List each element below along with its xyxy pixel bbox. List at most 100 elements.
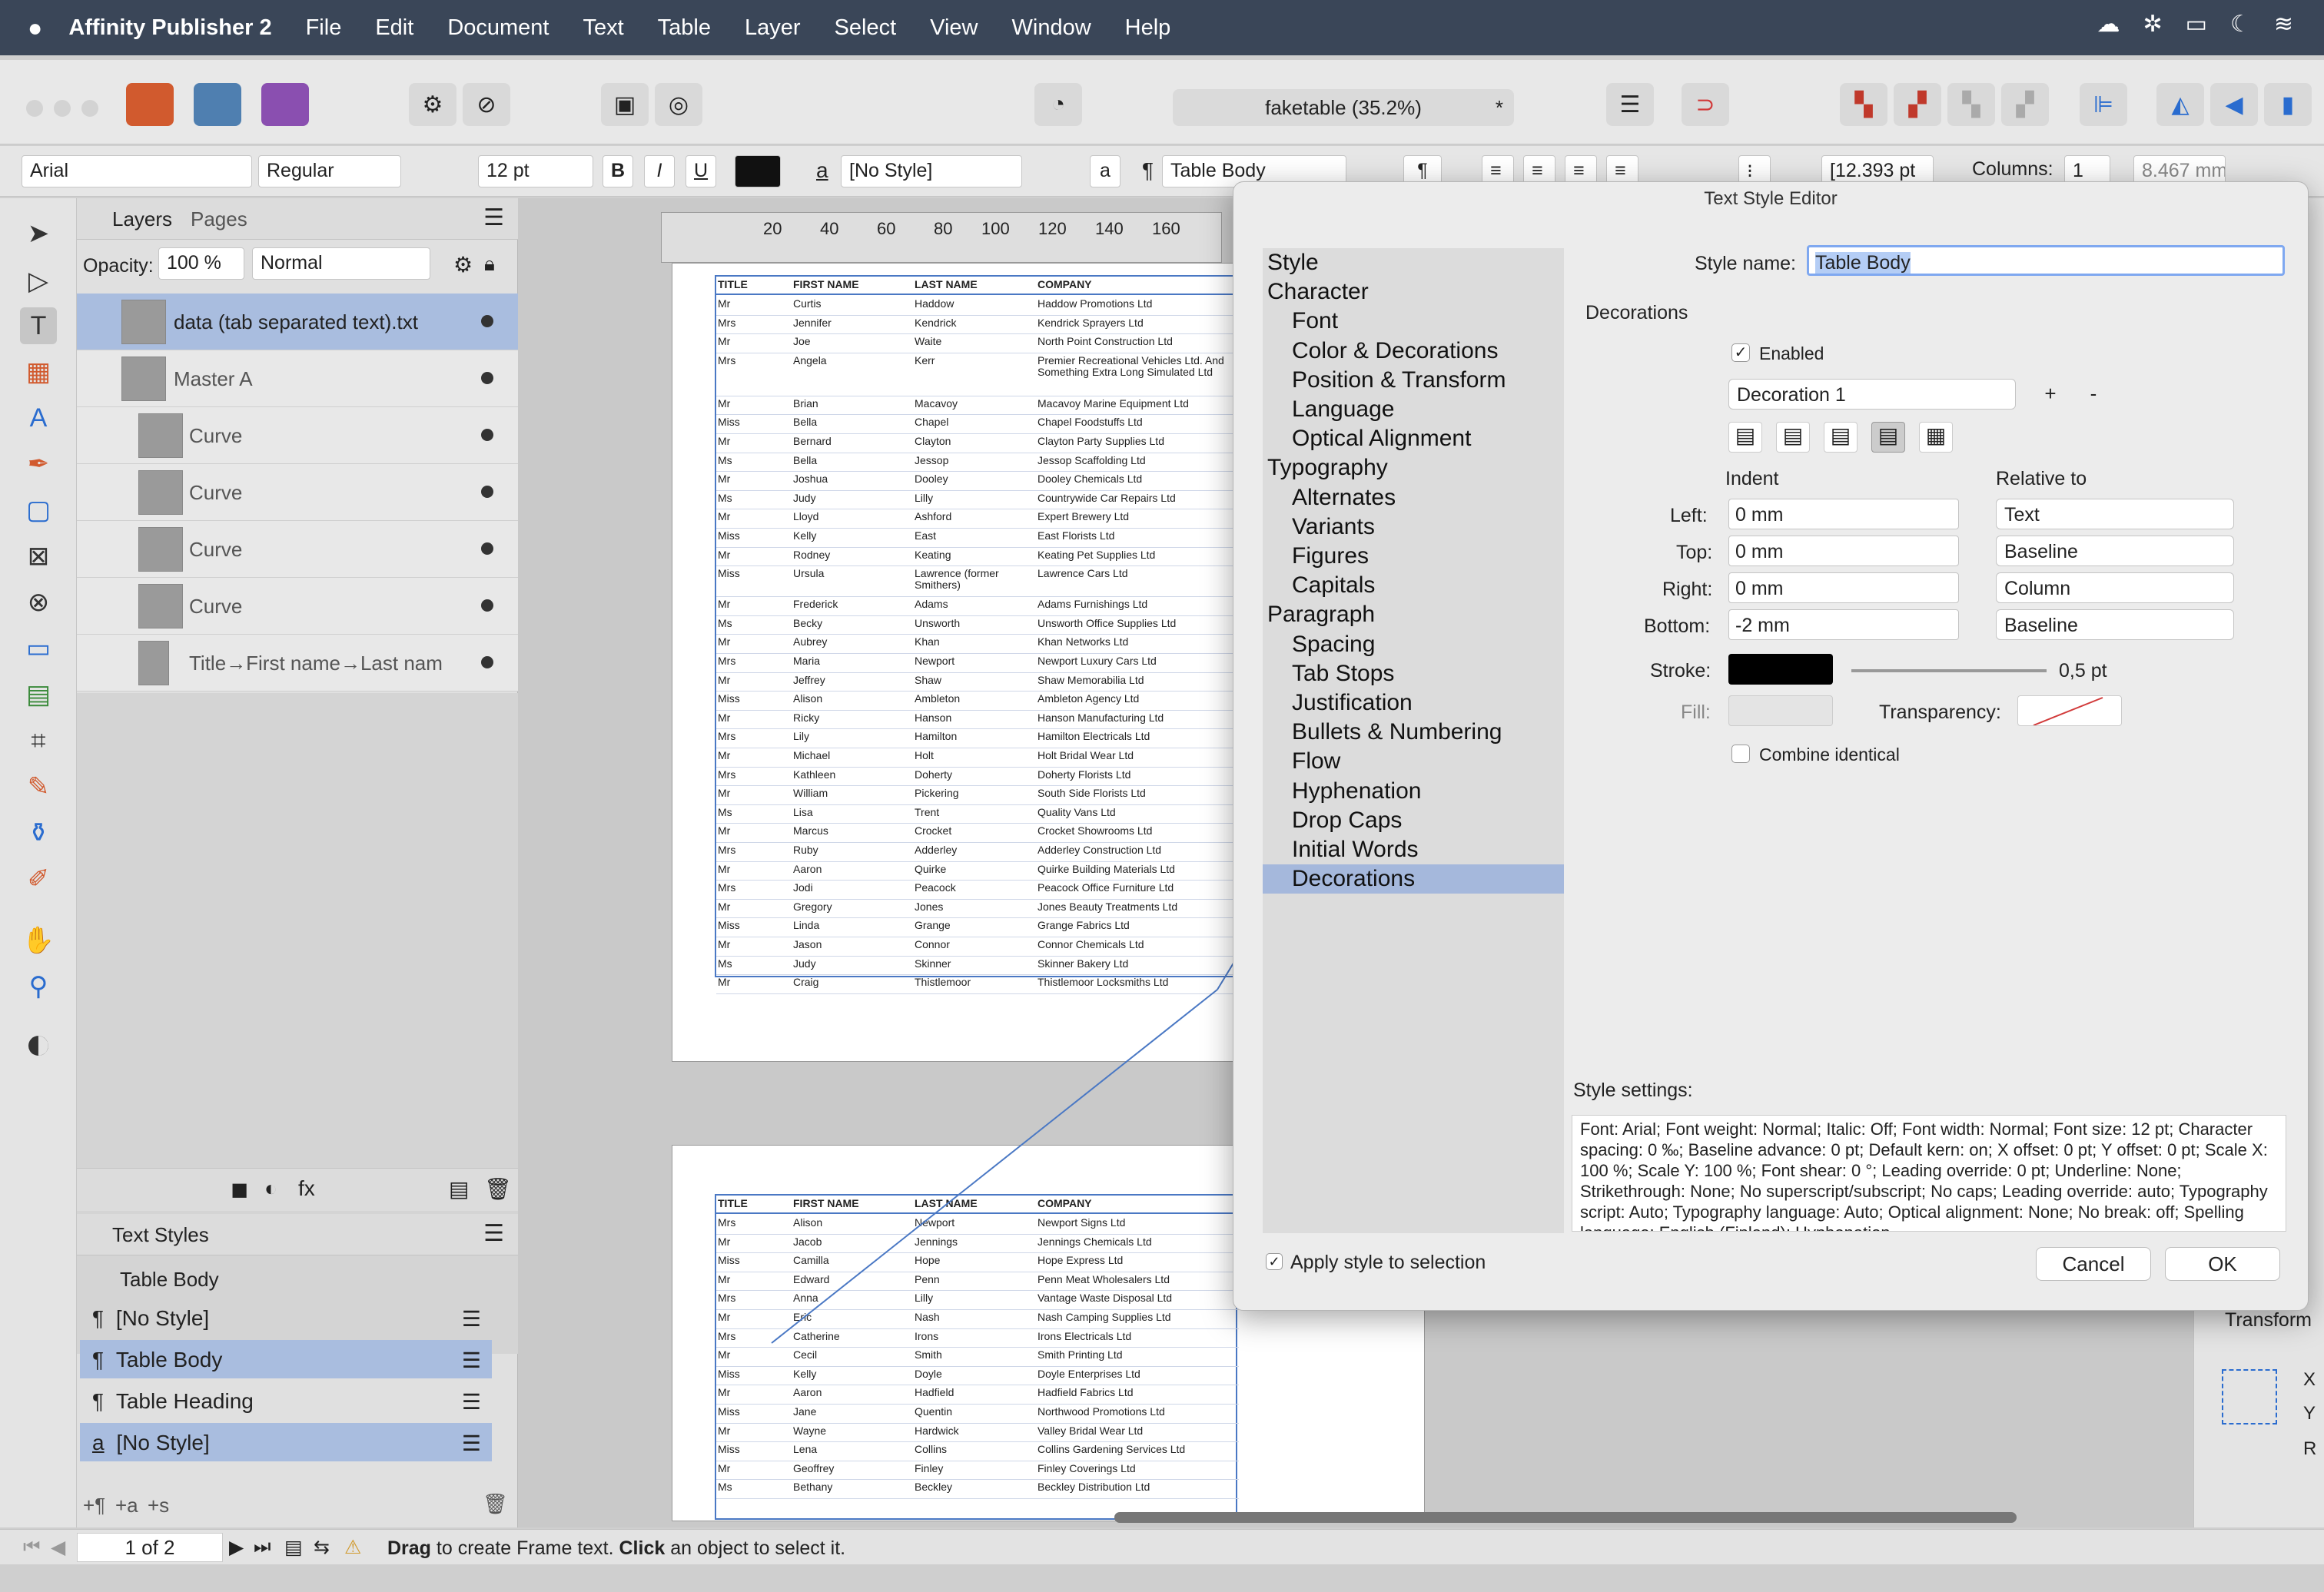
nav-item-spacing[interactable]: Spacing [1263, 630, 1564, 659]
stroke-width-value[interactable]: 0,5 pt [2059, 660, 2107, 682]
battery-icon[interactable]: ▭ [2186, 11, 2207, 38]
panel-menu-icon[interactable]: ☰ [483, 1220, 504, 1247]
snapping-icon[interactable]: ⊃ [1682, 83, 1729, 126]
nav-item-position-transform[interactable]: Position & Transform [1263, 366, 1564, 395]
panel-menu-icon[interactable]: ☰ [483, 204, 504, 231]
nav-item-style[interactable]: Style [1263, 248, 1564, 277]
visibility-dot[interactable] [481, 542, 493, 555]
text-styles-title[interactable]: Text Styles [112, 1223, 209, 1247]
menu-select[interactable]: Select [835, 15, 897, 41]
table-tool-icon[interactable]: ▦ [20, 353, 57, 390]
menu-view[interactable]: View [930, 15, 978, 41]
underline-button[interactable]: U [686, 155, 716, 187]
nav-item-font[interactable]: Font [1263, 307, 1564, 336]
layer-row[interactable]: Curve [77, 521, 518, 578]
spread-view-icon[interactable]: ⇆ [314, 1536, 330, 1559]
lock-icon[interactable]: 🔒︎ [484, 252, 495, 277]
delete-layer-icon[interactable]: 🗑︎ [484, 1176, 512, 1202]
style-options-icon[interactable]: ☰ [462, 1389, 481, 1415]
publisher-persona-button[interactable] [126, 83, 174, 126]
menu-window[interactable]: Window [1012, 15, 1091, 41]
layer-row[interactable]: Title→First name→Last nam [77, 635, 518, 692]
nav-item-color-decorations[interactable]: Color & Decorations [1263, 337, 1564, 366]
decoration-type-1-icon[interactable]: ▤ [1728, 422, 1762, 453]
vector-crop-tool-icon[interactable]: ▤ [20, 676, 57, 713]
flip-vertical-icon[interactable]: ◀ [2210, 83, 2258, 126]
visibility-dot[interactable] [481, 599, 493, 612]
text-frame-icon[interactable]: ▣ [601, 83, 649, 126]
node-tool-icon[interactable]: ▷ [20, 263, 57, 300]
add-layer-icon[interactable]: ▤ [449, 1176, 469, 1202]
artistic-text-tool-icon[interactable]: A [20, 400, 57, 436]
zoom-tool-icon[interactable]: ⚲ [20, 968, 57, 1005]
fill-tool-icon[interactable]: ✎ [20, 768, 57, 805]
ellipse-frame-tool-icon[interactable]: ⊗ [20, 584, 57, 621]
nav-item-capitals[interactable]: Capitals [1263, 571, 1564, 600]
warning-icon[interactable]: ⚠ [344, 1536, 361, 1559]
menu-edit[interactable]: Edit [375, 15, 413, 41]
photo-persona-button[interactable] [261, 83, 309, 126]
stroke-color-swatch[interactable] [1728, 654, 1833, 685]
style-options-icon[interactable]: ☰ [462, 1306, 481, 1332]
menu-file[interactable]: File [306, 15, 342, 41]
move-tool-icon[interactable]: ➤ [20, 215, 57, 252]
cloud-icon[interactable]: ☁ [2097, 11, 2120, 38]
new-group-style-button[interactable]: +s [148, 1494, 169, 1517]
font-family-select[interactable]: Arial [22, 155, 252, 187]
mask-icon[interactable]: ◼ [231, 1176, 248, 1202]
style-row[interactable]: a [No Style] ☰ [80, 1423, 492, 1461]
nav-item-alternates[interactable]: Alternates [1263, 483, 1564, 512]
style-row[interactable]: ¶ [No Style] ☰ [80, 1298, 492, 1337]
style-name-field[interactable]: Table Body [1807, 245, 2285, 276]
fill-color-swatch[interactable] [1728, 695, 1833, 726]
layer-row[interactable]: data (tab separated text).txt [77, 294, 518, 350]
crop-tool-icon[interactable]: ⌗ [20, 722, 57, 759]
decoration-type-5-icon[interactable]: ▦ [1919, 422, 1953, 453]
decoration-type-3-icon[interactable]: ▤ [1824, 422, 1858, 453]
visibility-dot[interactable] [481, 315, 493, 327]
font-size-select[interactable]: 12 pt [478, 155, 593, 187]
nav-item-hyphenation[interactable]: Hyphenation [1263, 777, 1564, 806]
adjustment-icon[interactable]: ◐ [264, 1176, 277, 1201]
transparency-tool-icon[interactable]: ⚱ [20, 814, 57, 851]
wifi-icon[interactable]: ≋ [2274, 11, 2293, 38]
left-relative-select[interactable]: Text [1996, 499, 2234, 529]
document-tab[interactable]: faketable (35.2%) * [1173, 89, 1514, 126]
dark-mode-icon[interactable]: ☾ [2230, 11, 2251, 38]
tab-pages[interactable]: Pages [191, 207, 247, 231]
nav-item-typography[interactable]: Typography [1263, 453, 1564, 483]
nav-item-initial-words[interactable]: Initial Words [1263, 835, 1564, 864]
decoration-select[interactable]: Decoration 1 [1728, 379, 2016, 410]
menu-text[interactable]: Text [583, 15, 623, 41]
last-page-icon[interactable]: ⏭ [254, 1536, 271, 1558]
font-weight-select[interactable]: Regular [258, 155, 401, 187]
nav-item-flow[interactable]: Flow [1263, 747, 1564, 776]
character-style-select[interactable]: [No Style] [841, 155, 1022, 187]
blend-mode-select[interactable]: Normal [252, 247, 430, 280]
nav-item-variants[interactable]: Variants [1263, 512, 1564, 542]
arrange-back-icon[interactable]: ▞ [2001, 83, 2049, 126]
place-image-tool-icon[interactable]: ▭ [20, 630, 57, 667]
new-paragraph-style-button[interactable]: +¶ [83, 1494, 105, 1517]
nav-item-tab-stops[interactable]: Tab Stops [1263, 659, 1564, 688]
next-page-icon[interactable]: ▶ [229, 1536, 244, 1559]
enabled-checkbox[interactable]: ✓ [1731, 343, 1750, 362]
apple-icon[interactable]: ● [28, 14, 42, 42]
decoration-type-4-icon[interactable]: ▤ [1871, 422, 1905, 453]
arrange-forward-icon[interactable]: ▞ [1894, 83, 1941, 126]
right-relative-select[interactable]: Column [1996, 572, 2234, 603]
style-row[interactable]: ¶ Table Body ☰ [80, 1340, 492, 1378]
picture-frame-icon[interactable]: ◎ [655, 83, 702, 126]
transform-title[interactable]: Transform [2225, 1309, 2312, 1332]
flip-horizontal-icon[interactable]: ◭ [2156, 83, 2204, 126]
prev-page-icon[interactable]: ◀ [51, 1536, 65, 1559]
nav-item-character[interactable]: Character [1263, 277, 1564, 307]
color-picker-tool-icon[interactable]: ✐ [20, 861, 57, 897]
designer-persona-button[interactable] [194, 83, 241, 126]
picture-frame-tool-icon[interactable]: ⊠ [20, 538, 57, 575]
preflight-icon[interactable]: ⊘ [463, 83, 510, 126]
layer-settings-icon[interactable]: ⚙ [453, 252, 473, 277]
apply-style-checkbox[interactable]: ✓ [1266, 1253, 1283, 1270]
bottom-indent-field[interactable]: -2 mm [1728, 609, 1959, 640]
layer-row[interactable]: Curve [77, 464, 518, 521]
